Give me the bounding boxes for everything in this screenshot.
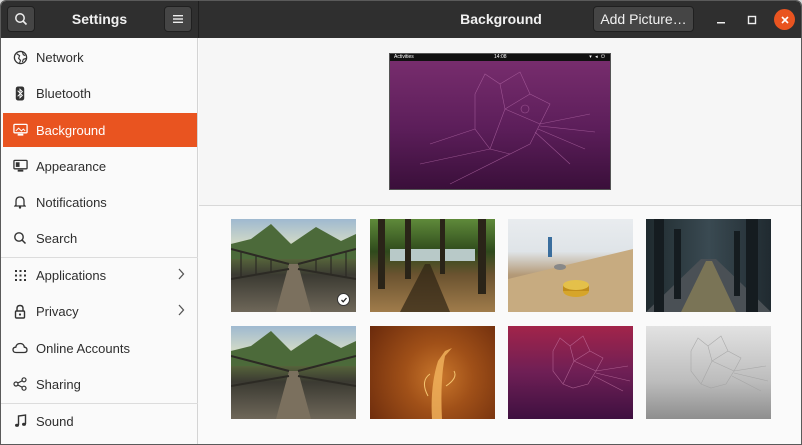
- sidebar-item-sharing[interactable]: Sharing: [3, 367, 197, 401]
- sidebar-item-network[interactable]: Network: [3, 40, 197, 74]
- bell-icon: [12, 194, 28, 210]
- minimize-button[interactable]: [710, 9, 731, 30]
- sidebar-item-label: Privacy: [36, 303, 79, 319]
- background-icon: [12, 122, 28, 138]
- sidebar: Network Bluetooth Background Appearance …: [1, 38, 198, 444]
- wallpaper-thumbnail-subway[interactable]: [646, 219, 771, 312]
- tabletop-artwork: [508, 237, 633, 312]
- close-button[interactable]: [774, 9, 795, 30]
- background-panel: Activities 14:08 ▾ ◂ ⏻: [199, 38, 801, 444]
- applications-icon: [12, 267, 28, 283]
- sidebar-item-search[interactable]: Search: [3, 221, 197, 255]
- search-icon: [12, 230, 28, 246]
- subway-artwork: [646, 219, 771, 312]
- header-bar: Settings Background Add Picture…: [1, 1, 801, 38]
- sidebar-item-online-accounts[interactable]: Online Accounts: [3, 331, 197, 365]
- settings-title: Settings: [71, 11, 128, 27]
- fossa-artwork: [419, 71, 596, 185]
- sidebar-item-privacy[interactable]: Privacy: [3, 294, 197, 328]
- sidebar-item-label: Appearance: [36, 158, 107, 174]
- maximize-icon: [747, 15, 756, 24]
- hamburger-icon: [173, 15, 183, 23]
- sidebar-item-label: Applications: [36, 267, 107, 283]
- fossa-artwork: [552, 335, 631, 392]
- sidebar-item-applications[interactable]: Applications: [3, 258, 197, 292]
- menu-button[interactable]: [164, 6, 192, 32]
- close-icon: [780, 15, 789, 24]
- maximize-button[interactable]: [741, 9, 762, 30]
- wallpaper-thumbnail-grey-fossa[interactable]: [646, 326, 771, 419]
- preview-area: Activities 14:08 ▾ ◂ ⏻: [199, 38, 801, 206]
- fossa-artwork: [690, 335, 769, 392]
- lock-icon: [12, 303, 28, 319]
- sidebar-item-label: Bluetooth: [36, 85, 91, 101]
- forest-artwork: [378, 219, 486, 312]
- chevron-right-icon: [177, 268, 185, 283]
- sidebar-item-label: Network: [36, 49, 84, 65]
- music-note-icon: [12, 413, 28, 429]
- sidebar-item-sound[interactable]: Sound: [3, 404, 197, 438]
- wallpaper-thumbnail-bridge-2[interactable]: [231, 326, 356, 419]
- sidebar-item-label: Online Accounts: [36, 340, 130, 356]
- minimize-icon: [716, 21, 725, 23]
- chevron-right-icon: [177, 304, 185, 319]
- appearance-icon: [12, 158, 28, 174]
- bluetooth-icon: [12, 85, 28, 101]
- cloud-icon: [12, 340, 28, 356]
- network-icon: [12, 49, 28, 65]
- sidebar-item-label: Notifications: [36, 194, 107, 210]
- sidebar-item-label: Background: [36, 122, 106, 138]
- settings-window: Settings Background Add Picture… Network…: [0, 0, 802, 445]
- wallpaper-thumbnail-table-tops[interactable]: [508, 219, 633, 312]
- search-button[interactable]: [7, 6, 35, 32]
- search-icon: [15, 13, 28, 26]
- wallpaper-thumbnail-orange-fox[interactable]: [370, 326, 495, 419]
- wallpaper-thumbnail-forest-lake[interactable]: [370, 219, 495, 312]
- sidebar-item-background[interactable]: Background: [3, 113, 197, 147]
- fox-artwork: [424, 348, 456, 419]
- sidebar-item-label: Search: [36, 230, 78, 246]
- add-picture-button[interactable]: Add Picture…: [593, 6, 694, 32]
- background-preview: Activities 14:08 ▾ ◂ ⏻: [389, 53, 611, 190]
- wallpaper-thumbnail-purple-fossa[interactable]: [508, 326, 633, 419]
- selected-check-icon: [337, 293, 350, 306]
- bridge-artwork: [231, 331, 356, 419]
- sidebar-item-label: Sharing: [36, 376, 81, 392]
- share-icon: [12, 376, 28, 392]
- sidebar-item-label: Sound: [36, 413, 74, 429]
- sidebar-item-notifications[interactable]: Notifications: [3, 185, 197, 219]
- sidebar-item-appearance[interactable]: Appearance: [3, 149, 197, 183]
- wallpaper-thumbnail-bridge[interactable]: [231, 219, 356, 312]
- sidebar-item-bluetooth[interactable]: Bluetooth: [3, 76, 197, 110]
